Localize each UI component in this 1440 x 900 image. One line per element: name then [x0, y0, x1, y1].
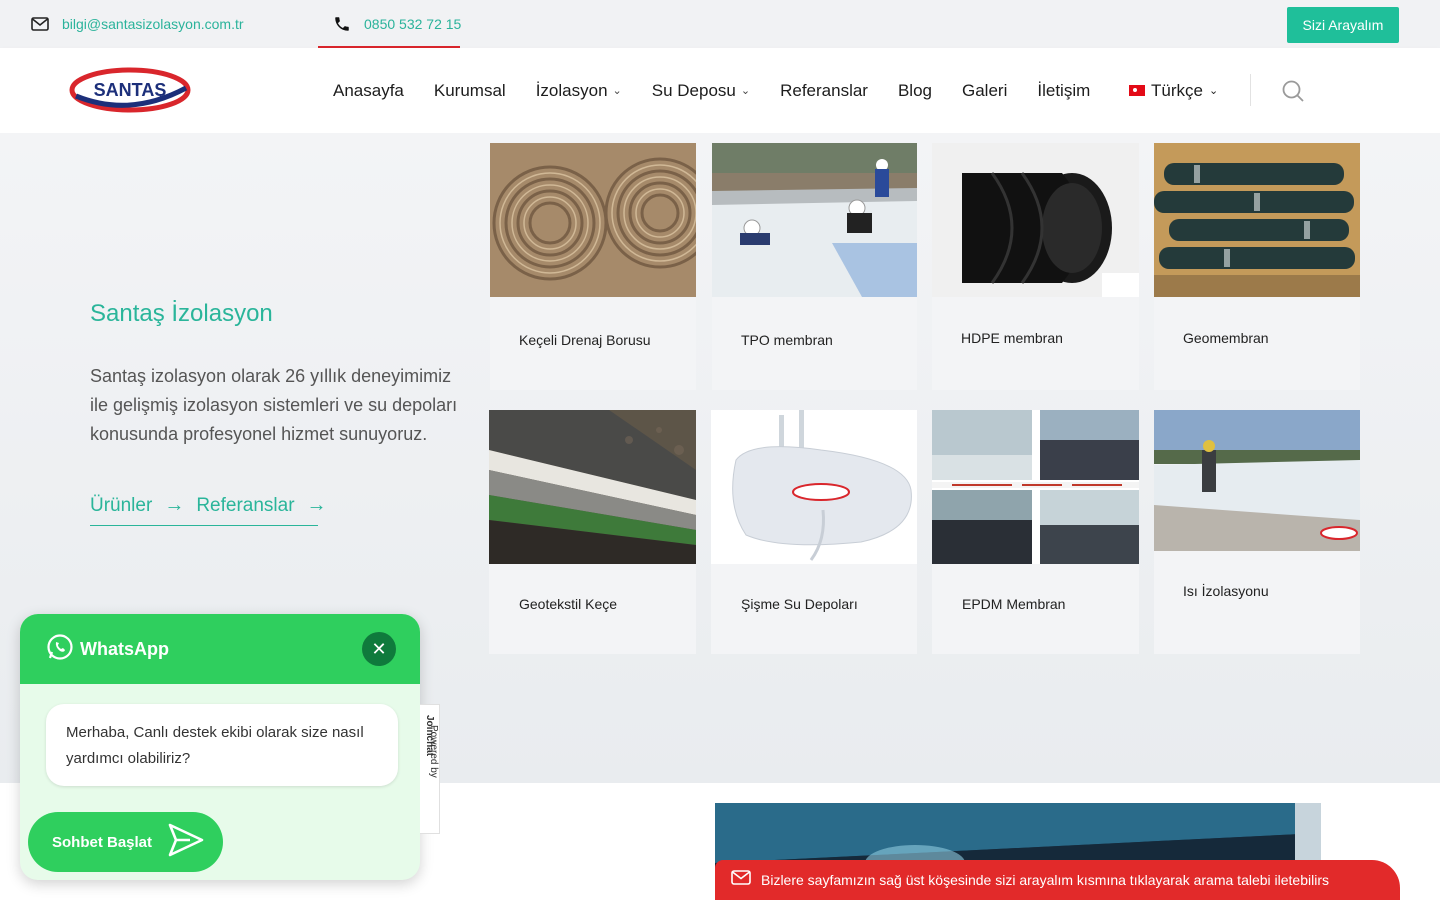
- product-label: Keçeli Drenaj Borusu: [519, 332, 651, 348]
- whatsapp-title: WhatsApp: [80, 638, 169, 659]
- product-label: HDPE membran: [961, 330, 1063, 346]
- nav-item-iletisim[interactable]: İletişim: [1037, 81, 1090, 101]
- nav-item-anasayfa[interactable]: Anasayfa: [333, 81, 404, 101]
- product-image: [489, 410, 696, 564]
- nav-label: Referanslar: [780, 80, 868, 100]
- product-card-geomembran[interactable]: Geomembran: [1154, 143, 1360, 390]
- search-icon[interactable]: [1281, 79, 1305, 103]
- start-chat-button[interactable]: Sohbet Başlat: [28, 812, 223, 872]
- turkey-flag-icon: [1129, 85, 1145, 96]
- product-label: TPO membran: [741, 332, 833, 348]
- product-image: [711, 410, 917, 564]
- nav-item-su-deposu[interactable]: Su Deposu ⌄: [652, 81, 750, 101]
- product-label: Şişme Su Depoları: [741, 596, 858, 612]
- email-text[interactable]: bilgi@santasizolasyon.com.tr: [62, 16, 244, 32]
- envelope-icon: [30, 14, 50, 34]
- chevron-down-icon: ⌄: [1208, 85, 1219, 97]
- language-selector[interactable]: Türkçe ⌄: [1129, 48, 1218, 133]
- nav-label: İzolasyon: [535, 80, 608, 100]
- call-me-button[interactable]: Sizi Arayalım: [1287, 7, 1399, 43]
- product-label: EPDM Membran: [962, 596, 1066, 612]
- hero-links: Ürünler → Referanslar →: [90, 494, 327, 526]
- nav-label: Blog: [897, 80, 932, 100]
- phone-contact[interactable]: 0850 532 72 15: [332, 0, 461, 48]
- svg-text:SANTAŞ: SANTAŞ: [94, 80, 167, 100]
- product-image: [490, 143, 696, 297]
- notice-text: Bizlere sayfamızın sağ üst köşesinde siz…: [761, 872, 1329, 888]
- nav-label: Kurumsal: [433, 80, 506, 100]
- nav-item-referanslar[interactable]: Referanslar: [780, 81, 868, 101]
- chevron-down-icon: ⌄: [612, 85, 622, 97]
- product-image: [712, 143, 917, 297]
- nav-item-kurumsal[interactable]: Kurumsal: [434, 81, 506, 101]
- nav-label: Galeri: [962, 80, 1008, 100]
- product-label: Isı İzolasyonu: [1183, 583, 1269, 599]
- send-icon: [168, 823, 204, 861]
- product-card-geotekstil-kece[interactable]: Geotekstil Keçe: [489, 410, 696, 654]
- nav-label: Anasayfa: [333, 80, 404, 100]
- close-icon[interactable]: ✕: [362, 632, 396, 666]
- nav-item-izolasyon[interactable]: İzolasyon ⌄: [536, 81, 622, 101]
- whatsapp-header: WhatsApp: [20, 614, 420, 684]
- nav-item-galeri[interactable]: Galeri: [962, 81, 1007, 101]
- nav-divider: [1250, 74, 1251, 106]
- product-image: [1154, 410, 1360, 551]
- message-icon: [731, 869, 751, 891]
- nav-item-blog[interactable]: Blog: [898, 81, 932, 101]
- nav-label: Su Deposu: [651, 80, 736, 100]
- product-label: Geomembran: [1183, 330, 1269, 346]
- chevron-down-icon: ⌄: [740, 85, 751, 97]
- hero-title: Santaş İzolasyon: [90, 300, 273, 327]
- product-card-sisme-su-depolari[interactable]: Şişme Su Depoları: [711, 410, 917, 654]
- phone-icon: [332, 14, 352, 34]
- arrow-right-icon: →: [306, 494, 327, 516]
- whatsapp-icon: [46, 633, 74, 666]
- callback-notice-bar[interactable]: Bizlere sayfamızın sağ üst köşesinde siz…: [715, 860, 1400, 900]
- email-contact[interactable]: bilgi@santasizolasyon.com.tr: [30, 0, 244, 48]
- hero-description: Santaş izolasyon olarak 26 yıllık deneyi…: [90, 366, 458, 444]
- phone-text[interactable]: 0850 532 72 15: [364, 16, 461, 32]
- nav-label: İletişim: [1037, 80, 1091, 100]
- powered-by-badge[interactable]: Powered by Joinchat: [420, 704, 440, 834]
- product-card-hdpe-membran[interactable]: HDPE membran: [932, 143, 1139, 390]
- santas-logo[interactable]: SANTAŞ: [68, 66, 192, 114]
- main-navbar: SANTAŞ Anasayfa Kurumsal İzolasyon ⌄ Su D…: [0, 48, 1440, 133]
- language-label: Türkçe: [1151, 80, 1203, 100]
- product-card-tpo-membran[interactable]: TPO membran: [712, 143, 917, 390]
- references-link[interactable]: Referanslar: [196, 495, 294, 517]
- product-card-epdm-membran[interactable]: EPDM Membran: [932, 410, 1139, 654]
- whatsapp-chat-widget: WhatsApp ✕ Merhaba, Canlı destek ekibi o…: [20, 614, 420, 880]
- product-image: [932, 410, 1139, 564]
- product-image: [1154, 143, 1360, 297]
- product-label: Geotekstil Keçe: [519, 596, 618, 612]
- product-card-keceli-drenaj[interactable]: Keçeli Drenaj Borusu: [490, 143, 696, 390]
- arrow-right-icon: →: [164, 494, 185, 516]
- chat-bubble: Merhaba, Canlı destek ekibi olarak size …: [46, 704, 398, 786]
- top-bar: bilgi@santasizolasyon.com.tr 0850 532 72…: [0, 0, 1440, 50]
- product-card-isi-izolasyonu[interactable]: Isı İzolasyonu: [1154, 410, 1360, 654]
- powered-by-text: Powered by Joinchat: [424, 715, 439, 778]
- product-image: [932, 143, 1139, 297]
- start-chat-label: Sohbet Başlat: [52, 833, 153, 851]
- nav-menu: Anasayfa Kurumsal İzolasyon ⌄ Su Deposu ⌄ …: [333, 48, 1120, 133]
- products-link[interactable]: Ürünler: [90, 495, 152, 517]
